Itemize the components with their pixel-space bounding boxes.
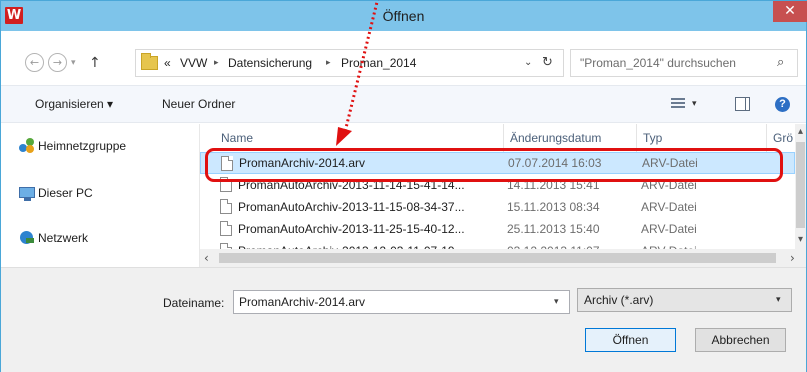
refresh-icon[interactable]: ↻ (542, 50, 553, 76)
file-date: 15.11.2013 08:34 (507, 200, 600, 214)
table-row[interactable]: PromanAutoArchiv-2013-11-25-15-40-12... … (200, 218, 795, 240)
breadcrumb-separator-icon[interactable]: ▸ (214, 50, 219, 76)
chevron-down-icon[interactable]: ▾ (692, 86, 697, 122)
file-list: Name Änderungsdatum Typ Grö PromanArchiv… (200, 124, 795, 249)
address-bar[interactable]: « VVW ▸ Datensicherung ▸ Proman_2014 ⌄ ↻ (135, 49, 564, 77)
horizontal-scrollbar[interactable]: ‹ › (200, 249, 806, 267)
recent-locations-dropdown[interactable]: ▾ (71, 53, 76, 73)
breadcrumb-datensicherung[interactable]: Datensicherung (228, 50, 312, 76)
search-icon[interactable]: ⌕ (777, 50, 784, 76)
folder-icon (141, 53, 158, 70)
dialog-title: Öffnen (382, 8, 425, 24)
search-placeholder: "Proman_2014" durchsuchen (580, 56, 736, 70)
sidebar-item-label: Netzwerk (38, 231, 89, 245)
annotation-highlight-frame (205, 148, 783, 182)
open-button[interactable]: Öffnen (585, 328, 676, 352)
scrollbar-thumb[interactable] (796, 142, 805, 228)
close-button[interactable]: ✕ (773, 1, 807, 22)
file-type: ARV-Datei (641, 222, 697, 236)
new-folder-button[interactable]: Neuer Ordner (162, 86, 235, 122)
file-type-select[interactable]: Archiv (*.arv) ▾ (577, 288, 792, 312)
file-name: PromanAutoArchiv-2013-11-15-08-34-37... (238, 200, 465, 214)
chevron-down-icon[interactable]: ▾ (776, 289, 781, 311)
navigation-bar: ← → ▾ ↑ « VVW ▸ Datensicherung ▸ Proman_… (1, 31, 806, 85)
scroll-left-icon[interactable]: ‹ (204, 249, 209, 267)
computer-icon (19, 187, 35, 201)
table-row[interactable]: PromanAutoArchiv-2013-12-03-11-07-19... … (200, 240, 795, 249)
file-name: PromanAutoArchiv-2013-11-25-15-40-12... (238, 222, 465, 236)
chevron-down-icon[interactable]: ▾ (554, 291, 559, 313)
command-toolbar: Organisieren ▾ Neuer Ordner ▾ ? (1, 85, 806, 123)
file-type: ARV-Datei (641, 240, 761, 249)
filename-value: PromanArchiv-2014.arv (239, 295, 366, 309)
sidebar-item-label: Dieser PC (38, 186, 93, 200)
file-date: 25.11.2013 15:40 (507, 222, 600, 236)
breadcrumb-vvw[interactable]: VVW (180, 50, 207, 76)
scroll-right-icon[interactable]: › (790, 249, 795, 267)
table-row[interactable]: PromanAutoArchiv-2013-11-15-08-34-37... … (200, 196, 795, 218)
filename-label: Dateiname: (163, 296, 225, 310)
view-options-icon[interactable] (671, 98, 685, 110)
preview-pane-icon[interactable] (735, 97, 750, 111)
file-date: 03.12.2013 11:07 (507, 240, 637, 249)
back-button[interactable]: ← (25, 53, 44, 72)
homegroup-icon (19, 138, 35, 153)
file-name: PromanAutoArchiv-2013-12-03-11-07-19... (238, 240, 488, 249)
file-icon (220, 199, 232, 214)
help-icon[interactable]: ? (775, 97, 790, 112)
file-type: ARV-Datei (641, 200, 697, 214)
file-type-value: Archiv (*.arv) (584, 293, 654, 307)
up-button[interactable]: ↑ (89, 53, 101, 73)
vertical-scrollbar[interactable]: ▴ ▾ (795, 124, 806, 249)
scroll-down-icon[interactable]: ▾ (795, 234, 806, 246)
breadcrumb-proman-2014[interactable]: Proman_2014 (341, 50, 416, 76)
navigation-pane: Heimnetzgruppe Dieser PC Netzwerk (1, 124, 199, 267)
organize-button[interactable]: Organisieren ▾ (35, 86, 113, 122)
cancel-button[interactable]: Abbrechen (695, 328, 786, 352)
filename-field[interactable]: PromanArchiv-2014.arv ▾ (233, 290, 570, 314)
scroll-up-icon[interactable]: ▴ (795, 126, 806, 138)
search-input[interactable]: "Proman_2014" durchsuchen ⌕ (570, 49, 798, 77)
open-file-dialog: W Öffnen ✕ ← → ▾ ↑ « VVW ▸ Datensicherun… (0, 0, 807, 372)
chevron-down-icon[interactable]: ⌄ (524, 50, 532, 76)
scrollbar-thumb[interactable] (219, 253, 776, 263)
breadcrumb-separator-icon[interactable]: ▸ (326, 50, 331, 76)
dialog-footer: Dateiname: PromanArchiv-2014.arv ▾ Archi… (1, 267, 806, 372)
sidebar-item-label: Heimnetzgruppe (38, 139, 127, 153)
file-icon (220, 221, 232, 236)
address-overflow[interactable]: « (164, 50, 171, 76)
forward-button[interactable]: → (48, 53, 67, 72)
network-icon (20, 231, 34, 244)
title-bar[interactable]: W Öffnen ✕ (1, 1, 807, 31)
